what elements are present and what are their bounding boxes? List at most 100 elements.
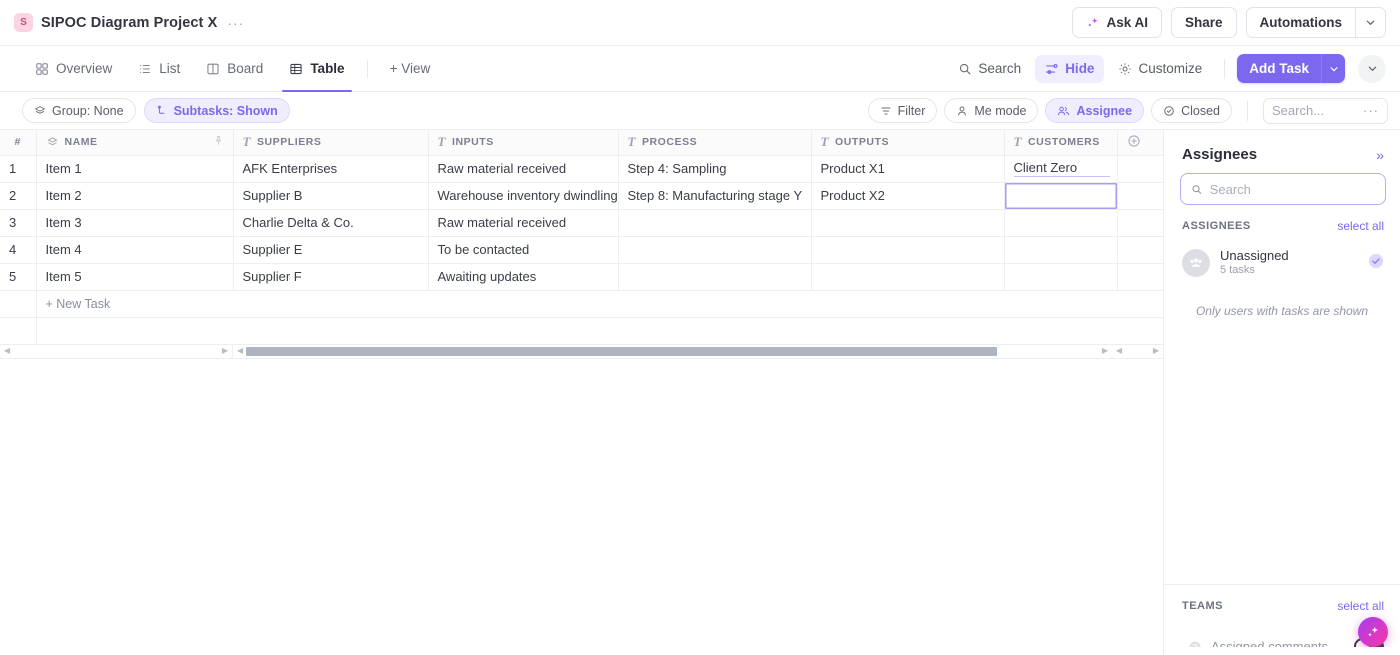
top-bar-actions: Ask AI Share Automations [1072,7,1386,38]
scrollbar-track[interactable] [13,347,219,356]
cell-process[interactable] [618,263,812,291]
scroll-right-icon[interactable]: ▶ [222,347,228,355]
page-title: SIPOC Diagram Project X [41,14,218,31]
column-header-process[interactable]: T PROCESS [618,130,812,156]
group-by-button[interactable]: Group: None [22,98,136,123]
cell-suppliers[interactable]: Supplier F [233,263,429,291]
automations-caret-button[interactable] [1355,7,1386,38]
collapse-panel-icon[interactable]: » [1376,148,1384,162]
me-mode-button[interactable]: Me mode [944,98,1039,123]
assignee-selected-check-icon[interactable] [1368,253,1384,274]
title-more-icon[interactable]: ··· [225,15,246,31]
people-icon [1190,258,1202,267]
cell-customers[interactable] [1004,263,1118,291]
filter-button[interactable]: Filter [867,98,938,123]
cell-outputs[interactable]: Product X2 [811,182,1005,210]
search-more-icon[interactable]: ··· [1363,103,1379,118]
new-task-label[interactable]: + New Task [46,297,111,311]
column-header-customers[interactable]: T CUSTOMERS [1004,130,1118,156]
scroll-left-icon[interactable]: ◀ [4,347,10,355]
scroll-right-icon[interactable]: ▶ [1102,347,1108,355]
assignee-search-input[interactable] [1209,181,1375,197]
search-button[interactable]: Search [948,55,1031,83]
cell-name[interactable]: Item 1 [36,155,234,183]
scroll-left-icon[interactable]: ◀ [237,347,243,355]
tab-table[interactable]: Table [276,46,357,92]
cell-inputs[interactable]: Warehouse inventory dwindling [428,182,619,210]
tab-overview[interactable]: Overview [22,46,125,91]
column-header-number[interactable]: # [0,130,37,156]
assignee-item-unassigned[interactable]: Unassigned 5 tasks [1164,244,1400,282]
cell-name[interactable]: Item 5 [36,263,234,291]
add-column-button[interactable] [1117,130,1163,156]
cell-process[interactable]: Step 8: Manufacturing stage Y [618,182,812,210]
automations-button[interactable]: Automations [1245,7,1355,38]
add-task-caret-button[interactable] [1321,54,1345,83]
cell-customers[interactable] [1004,209,1118,237]
cell-name[interactable]: Item 2 [36,182,234,210]
cell-customers[interactable]: Client Zero [1004,155,1118,183]
cell-inputs[interactable]: To be contacted [428,236,619,264]
cell-suppliers[interactable]: Supplier B [233,182,429,210]
tab-list[interactable]: List [125,46,193,91]
assignees-select-all-link[interactable]: select all [1337,219,1384,233]
gear-icon [1119,62,1132,75]
overflow-caret-button[interactable] [1358,54,1386,83]
add-view-button[interactable]: + View [377,46,444,91]
scroll-right-icon[interactable]: ▶ [1153,347,1159,355]
cell-name[interactable]: Item 4 [36,236,234,264]
table-row[interactable]: 3 Item 3 Charlie Delta & Co. Raw materia… [0,209,1163,237]
subtasks-button[interactable]: Subtasks: Shown [143,98,290,123]
new-task-row[interactable]: + New Task [0,290,1164,318]
cell-suppliers[interactable]: Charlie Delta & Co. [233,209,429,237]
cell-outputs[interactable] [811,209,1005,237]
cell-process[interactable] [618,236,812,264]
cell-inputs[interactable]: Awaiting updates [428,263,619,291]
table-row[interactable]: 4 Item 4 Supplier E To be contacted [0,236,1163,264]
share-button[interactable]: Share [1170,7,1237,38]
closed-button[interactable]: Closed [1151,98,1232,123]
ai-assistant-fab[interactable] [1358,617,1388,647]
space-badge: S [14,13,33,32]
cell-inputs[interactable]: Raw material received [428,209,619,237]
cell-customers[interactable] [1004,236,1118,264]
column-header-inputs[interactable]: T INPUTS [428,130,619,156]
cell-outputs[interactable]: Product X1 [811,155,1005,183]
column-header-suppliers[interactable]: T SUPPLIERS [233,130,429,156]
scrollbar-track[interactable] [1125,347,1150,356]
customize-button[interactable]: Customize [1108,55,1212,83]
tab-board[interactable]: Board [193,46,276,91]
cell-suppliers[interactable]: Supplier E [233,236,429,264]
cell-spacer [1117,182,1163,210]
cell-process[interactable]: Step 4: Sampling [618,155,812,183]
table-row[interactable]: 2 Item 2 Supplier B Warehouse inventory … [0,182,1163,210]
scroll-left-icon[interactable]: ◀ [1116,347,1122,355]
table-row[interactable]: 5 Item 5 Supplier F Awaiting updates [0,263,1163,291]
add-task-button[interactable]: Add Task [1237,54,1321,83]
ask-ai-button[interactable]: Ask AI [1072,7,1162,38]
column-header-outputs[interactable]: T OUTPUTS [811,130,1005,156]
scrollbar-frozen-section[interactable]: ◀ ▶ [0,344,233,358]
task-search-input[interactable] [1272,103,1363,118]
pin-icon[interactable] [213,135,224,149]
assignee-search-box[interactable] [1180,173,1386,205]
scrollbar-main-section[interactable]: ◀ ▶ [233,344,1112,358]
scrollbar-track[interactable] [246,346,1099,356]
hide-button[interactable]: Hide [1035,54,1105,83]
cell-outputs[interactable] [811,263,1005,291]
cell-suppliers[interactable]: AFK Enterprises [233,155,429,183]
cell-outputs[interactable] [811,236,1005,264]
cell-inputs[interactable]: Raw material received [428,155,619,183]
scrollbar-thumb[interactable] [246,346,997,356]
task-search-box[interactable]: ··· [1263,97,1388,124]
cell-name[interactable]: Item 3 [36,209,234,237]
column-header-name[interactable]: NAME [36,130,234,156]
cell-process[interactable] [618,209,812,237]
table-row[interactable]: 1 Item 1 AFK Enterprises Raw material re… [0,155,1163,183]
assignee-button[interactable]: Assignee [1045,98,1145,123]
new-task-cell[interactable]: + New Task [36,290,1164,318]
scrollbar-end-section[interactable]: ◀ ▶ [1112,344,1163,358]
cell-customers-selected[interactable] [1004,182,1118,210]
teams-select-all-link[interactable]: select all [1337,599,1384,613]
subtasks-label: Subtasks: Shown [173,103,278,118]
